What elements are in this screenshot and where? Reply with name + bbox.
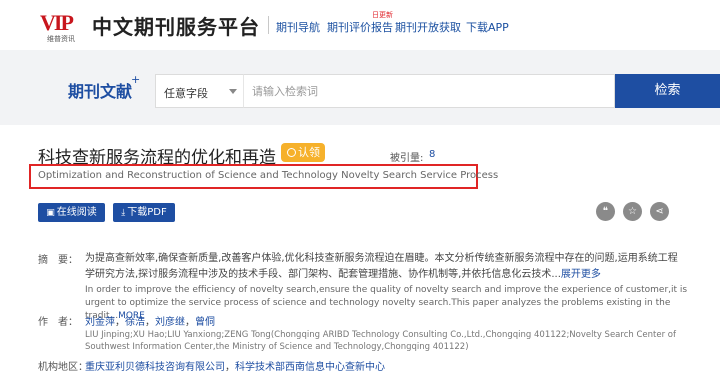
logo-mark: VIP <box>40 10 74 35</box>
vip-logo[interactable]: VIP 维普资讯 <box>40 10 82 44</box>
download-icon: ⤓ <box>121 208 126 218</box>
top-header: VIP 维普资讯 中文期刊服务平台 期刊导航 期刊评价报告 日更新 期刊开放获取… <box>0 0 720 50</box>
logo-subtitle: 维普资讯 <box>47 35 75 43</box>
author-list: 刘金萍，徐浩，刘彦继，曾侗 <box>85 317 215 328</box>
download-pdf-button[interactable]: ⤓ 下载PDF <box>113 203 175 222</box>
chevron-down-icon <box>229 89 237 94</box>
search-bar: 期刊文献 + 任意字段 检索 <box>0 50 720 125</box>
search-input[interactable] <box>243 74 615 108</box>
site-title: 中文期刊服务平台 <box>92 15 260 39</box>
star-icon[interactable]: ☆ <box>623 202 642 221</box>
quote-icon[interactable]: ❝ <box>596 202 615 221</box>
nav-open-access[interactable]: 期刊开放获取 <box>395 19 461 35</box>
search-category-label[interactable]: 期刊文献 <box>68 78 132 102</box>
author-link[interactable]: 曾侗 <box>195 317 215 328</box>
abstract-label: 摘 要： <box>38 255 78 266</box>
nav-journal-navigation[interactable]: 期刊导航 <box>276 19 320 35</box>
organization-link[interactable]: 科学技术部西南信息中心查新中心 <box>235 362 385 373</box>
download-pdf-label: 下载PDF <box>127 207 167 218</box>
citation-count[interactable]: 8 <box>429 149 435 160</box>
search-button[interactable]: 检索 <box>615 74 720 108</box>
search-category-plus: + <box>131 73 141 86</box>
citation-label: 被引量: <box>390 153 424 164</box>
organization-list: 重庆亚利贝德科技咨询有限公司，科学技术部西南信息中心查新中心 <box>85 362 385 373</box>
author-link[interactable]: 刘金萍 <box>85 317 115 328</box>
claim-label: 认领 <box>298 146 320 159</box>
search-field-value: 任意字段 <box>164 87 208 100</box>
daily-update-tag: 日更新 <box>372 11 393 19</box>
search-field-select[interactable]: 任意字段 <box>155 74 243 108</box>
claim-button[interactable]: 认领 <box>281 143 325 162</box>
author-link[interactable]: 刘彦继 <box>155 317 185 328</box>
abstract-chinese: 为提高查新效率,确保查新质量,改善客户体验,优化科技查新服务流程迫在眉睫。本文分… <box>85 251 685 283</box>
english-title: Optimization and Reconstruction of Scien… <box>38 170 499 181</box>
organization-link[interactable]: 重庆亚利贝德科技咨询有限公司 <box>85 362 225 373</box>
nav-divider <box>268 16 269 34</box>
read-online-button[interactable]: ▣ 在线阅读 <box>38 203 105 222</box>
user-icon <box>287 148 296 157</box>
nav-journal-evaluation-report[interactable]: 期刊评价报告 <box>327 19 393 35</box>
share-icon[interactable]: ⋖ <box>650 202 669 221</box>
authors-label: 作 者： <box>38 317 78 328</box>
authors-english: LIU Jinping;XU Hao;LIU Yanxiong;ZENG Ton… <box>85 330 676 352</box>
read-online-label: 在线阅读 <box>56 207 97 218</box>
author-link[interactable]: 徐浩 <box>125 317 145 328</box>
expand-more-link[interactable]: 展开更多 <box>561 269 601 280</box>
organizations-label: 机构地区： <box>38 362 88 373</box>
nav-download-app[interactable]: 下载APP <box>466 19 509 35</box>
book-icon: ▣ <box>46 208 55 218</box>
